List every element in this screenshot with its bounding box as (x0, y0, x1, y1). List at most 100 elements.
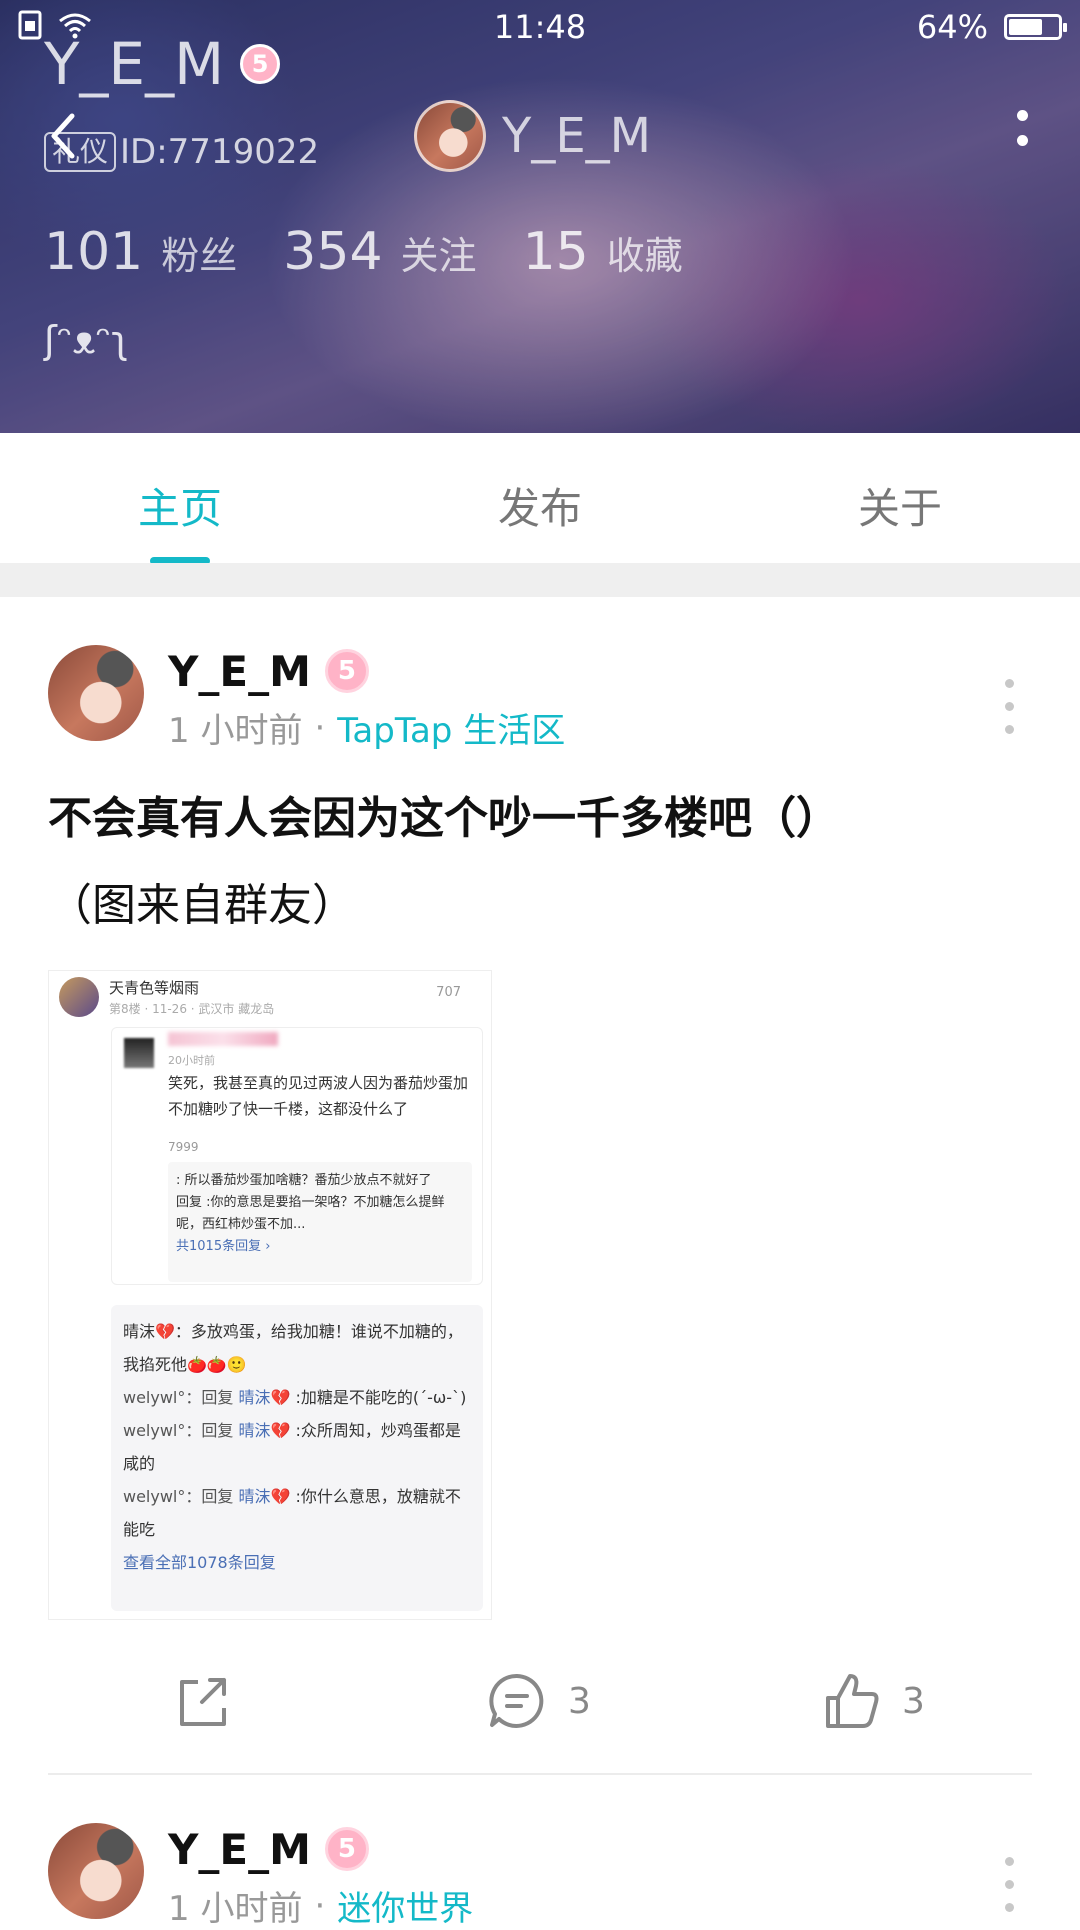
post-time: 1 小时前 (168, 1889, 303, 1929)
reply-user: welywl°：回复 (123, 1388, 239, 1407)
title-tag: 礼仪 (44, 132, 117, 172)
thumbs-up-icon (826, 1674, 879, 1728)
reply-mention: 晴沫💔 (238, 1421, 291, 1440)
image-inner-likes: 7999 (168, 1140, 199, 1154)
tab-posts[interactable]: 发布 (360, 433, 720, 563)
profile-tabs: 主页 发布 关于 (0, 433, 1080, 565)
image-like-count: 707 (436, 985, 461, 1000)
profile-header: 11:48 64% Y_E_M 5 Y_E_M 礼仪 ID:7719022 10… (0, 0, 1080, 433)
image-replies: 晴沫💔：多放鸡蛋，给我加糖！谁说不加糖的，我掐死他🍅🍅🙂 welywl°：回复 … (111, 1305, 483, 1611)
more-dot-icon (1005, 725, 1014, 734)
level-badge: 5 (324, 649, 369, 693)
blurred-avatar (124, 1038, 154, 1068)
user-id: ID:7719022 (120, 132, 320, 172)
post-author[interactable]: Y_E_M (168, 647, 311, 696)
image-reply: 晴沫💔：多放鸡蛋，给我加糖！谁说不加糖的，我掐死他🍅🍅🙂 (123, 1322, 463, 1374)
stat-number: 15 (522, 222, 589, 282)
profile-name: Y_E_M (44, 30, 225, 98)
image-reply: welywl°：回复 晴沫💔 :加糖是不能吃的(´-ω-`) (123, 1381, 471, 1414)
post-author-row: Y_E_M 5 (168, 645, 565, 697)
header-title-text: Y_E_M (502, 108, 652, 164)
stat-label: 收藏 (606, 234, 683, 278)
avatar[interactable] (48, 645, 144, 741)
reply-mention: 晴沫💔 (238, 1487, 291, 1506)
reply-user: welywl°：回复 (123, 1421, 239, 1440)
profile-stats: 101 粉丝 354 关注 15 收藏 (44, 222, 729, 282)
post-more-button[interactable] (1005, 679, 1014, 734)
post-author-row: Y_E_M 5 (168, 1823, 473, 1875)
stat-number: 354 (283, 222, 383, 282)
profile-id-row: 礼仪 ID:7719022 (44, 132, 319, 172)
image-sub-more: 共1015条回复 › (176, 1239, 271, 1254)
tab-about[interactable]: 关于 (720, 433, 1080, 563)
feed-post[interactable]: Y_E_M 5 1 小时前 · 迷你世界 (0, 1775, 1080, 1929)
more-dot-icon (1016, 110, 1028, 121)
more-dot-icon (1005, 1857, 1014, 1866)
image-inner-text: 笑死，我甚至真的见过两波人因为番茄炒蛋加不加糖吵了快一千楼，这都没什么了 (168, 1074, 469, 1118)
level-badge: 5 (240, 44, 281, 84)
post-subline: 1 小时前 · 迷你世界 (168, 1881, 473, 1930)
section-divider (0, 563, 1080, 597)
reply-mention: 晴沫💔 (238, 1388, 291, 1407)
post-actions: 3 3 (0, 1650, 1080, 1750)
level-badge: 5 (324, 1827, 369, 1871)
post-forum-link[interactable]: 迷你世界 (337, 1881, 473, 1930)
post-title[interactable]: 不会真有人会因为这个吵一千多楼吧（） (48, 782, 840, 846)
battery-icon (1004, 14, 1067, 40)
post-header: Y_E_M 5 1 小时前 · 迷你世界 (48, 1823, 473, 1930)
feed-post[interactable]: Y_E_M 5 1 小时前 · TapTap 生活区 不会真有人会因为这个吵一千… (0, 597, 1080, 1775)
image-sub-replies: : 所以番茄炒蛋加啥糖？番茄少放点不就好了 回复 :你的意思是要掐一架咯？不加糖… (168, 1162, 472, 1282)
image-meta: 第8楼 · 11-26 · 武汉市 藏龙岛 (109, 1002, 275, 1016)
avatar[interactable] (48, 1823, 144, 1919)
image-reply: welywl°：回复 晴沫💔 :众所周知，炒鸡蛋都是咸的 (123, 1414, 471, 1480)
post-author[interactable]: Y_E_M (168, 1825, 311, 1874)
like-button[interactable]: 3 (820, 1670, 925, 1732)
separator: · (314, 707, 326, 748)
reply-text: :加糖是不能吃的(´-ω-`) (290, 1388, 467, 1407)
image-header: 天青色等烟雨 第8楼 · 11-26 · 武汉市 藏龙岛 (59, 977, 274, 1017)
post-body[interactable]: （图来自群友） (48, 869, 356, 933)
post-forum-link[interactable]: TapTap 生活区 (337, 703, 565, 752)
comment-icon (489, 1673, 544, 1728)
image-sub-line: : 所以番茄炒蛋加啥糖？番茄少放点不就好了 (176, 1173, 432, 1188)
post-time: 1 小时前 (168, 711, 303, 751)
post-subline: 1 小时前 · TapTap 生活区 (168, 703, 565, 752)
profile-signature: ʃᵔᴥᵔʅ (44, 318, 129, 362)
battery-percent: 64% (916, 8, 988, 46)
more-dot-icon (1005, 679, 1014, 688)
more-dot-icon (1005, 702, 1014, 711)
more-options-button[interactable] (1008, 110, 1036, 166)
post-header: Y_E_M 5 1 小时前 · TapTap 生活区 (48, 645, 565, 752)
image-comment-card: 20小时前 笑死，我甚至真的见过两波人因为番茄炒蛋加不加糖吵了快一千楼，这都没什… (111, 1027, 483, 1285)
image-reply: welywl°：回复 晴沫💔 :你什么意思，放糖就不能吃 (123, 1480, 471, 1546)
post-meta: Y_E_M 5 1 小时前 · TapTap 生活区 (168, 645, 565, 752)
comment-button[interactable]: 3 (486, 1670, 591, 1732)
blurred-name (168, 1032, 278, 1046)
image-avatar (59, 977, 99, 1017)
post-more-button[interactable] (1005, 1857, 1014, 1912)
post-image[interactable]: 天青色等烟雨 第8楼 · 11-26 · 武汉市 藏龙岛 707 20小时前 笑… (48, 970, 492, 1620)
stat-followers[interactable]: 101 粉丝 (44, 222, 237, 282)
profile-name-row: Y_E_M 5 (44, 30, 281, 98)
comment-count: 3 (568, 1680, 591, 1722)
more-dot-icon (1005, 1903, 1014, 1912)
image-poster: 天青色等烟雨 (109, 979, 200, 997)
post-meta: Y_E_M 5 1 小时前 · 迷你世界 (168, 1823, 473, 1930)
stat-following[interactable]: 354 关注 (283, 222, 476, 282)
stat-favorites[interactable]: 15 收藏 (523, 222, 683, 282)
like-count: 3 (902, 1680, 925, 1722)
image-sub-line: 回复 :你的意思是要掐一架咯？不加糖怎么提鲜呢，西红柿炒蛋不加... (176, 1195, 445, 1232)
header-title: Y_E_M (414, 100, 651, 172)
reply-user: welywl°：回复 (123, 1487, 239, 1506)
image-view-all: 查看全部1078条回复 (123, 1553, 276, 1572)
stat-label: 关注 (400, 234, 477, 278)
image-inner-time: 20小时前 (168, 1054, 215, 1067)
more-dot-icon (1016, 135, 1028, 146)
share-button[interactable] (172, 1670, 234, 1732)
more-dot-icon (1005, 1880, 1014, 1889)
stat-number: 101 (44, 222, 144, 282)
header-avatar (414, 100, 486, 172)
share-icon (180, 1678, 226, 1726)
tab-home[interactable]: 主页 (0, 433, 360, 565)
stat-label: 粉丝 (161, 234, 238, 278)
